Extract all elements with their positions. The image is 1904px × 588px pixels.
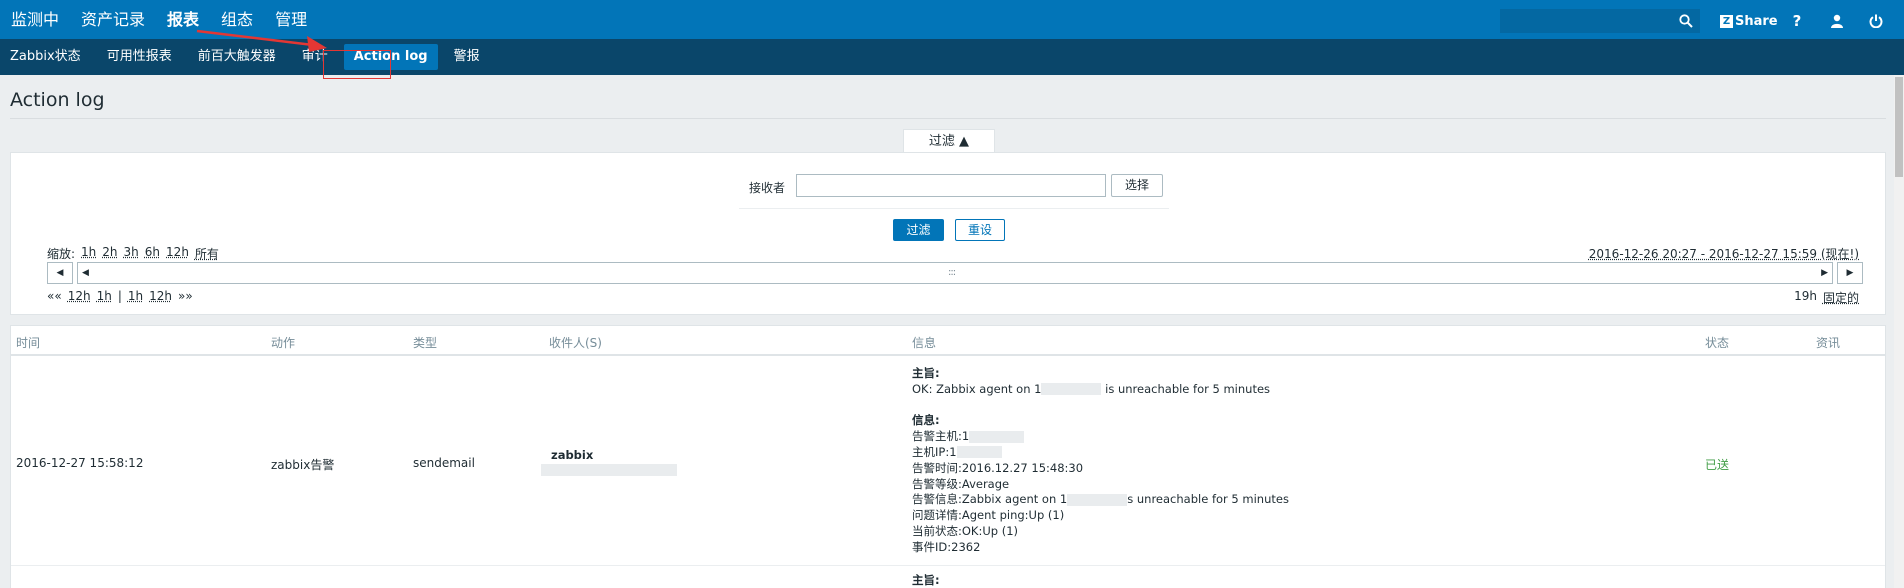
zoom-1h[interactable]: 1h	[81, 245, 96, 262]
recipient-input[interactable]	[796, 174, 1106, 197]
column-header-time[interactable]: 时间	[16, 334, 40, 351]
alert-time-label: 告警时间:	[912, 460, 962, 475]
row-recipient: zabbix	[551, 448, 594, 462]
redacted-recipient-address	[541, 464, 677, 476]
column-header-info: 资讯	[1816, 336, 1841, 350]
top-menu-item-monitoring[interactable]: 监测中	[0, 0, 70, 39]
zoom-3h[interactable]: 3h	[124, 245, 139, 262]
alert-host-label: 告警主机:	[912, 429, 962, 444]
row-status-badge: 已送	[1705, 458, 1730, 472]
host-ip-label: 主机IP:	[912, 444, 950, 459]
column-header-action: 动作	[271, 336, 296, 350]
row-message: 主旨: OK: Zabbix agent on 1 is unreachable…	[912, 366, 1289, 556]
nav-forward-1h[interactable]: 1h	[128, 289, 143, 303]
recipient-label: 接收者	[749, 181, 786, 195]
current-state-label: 当前状态:	[912, 523, 962, 538]
event-id-label: 事件ID:	[912, 539, 952, 554]
timeline-grip[interactable]: :::	[948, 263, 956, 283]
row-divider	[11, 565, 1885, 566]
subject-label: 主旨:	[912, 366, 940, 380]
annotation-arrow-icon	[196, 29, 327, 52]
column-header-type: 类型	[413, 336, 438, 350]
timeline-right-handle[interactable]: ▶	[1821, 263, 1828, 283]
title-divider	[10, 118, 1886, 119]
annotation-highlight-box	[323, 50, 391, 79]
top-menu-item-inventory[interactable]: 资产记录	[70, 0, 156, 39]
logout-icon[interactable]	[1865, 10, 1887, 32]
nav-back-12h[interactable]: 12h	[68, 289, 91, 303]
problem-detail-value: Agent ping:Up (1)	[961, 508, 1065, 523]
search-input[interactable]	[1501, 10, 1671, 32]
message-label: 信息:	[912, 413, 940, 428]
filter-panel: 接收者 选择 过滤 重设 缩放: 1h 2h 3h 6h 12h 所有 2016…	[10, 152, 1886, 315]
column-header-recipient: 收件人(S)	[549, 336, 602, 350]
problem-detail-label: 问题详情:	[912, 508, 962, 523]
reset-filter-button[interactable]: 重设	[955, 219, 1005, 241]
alert-severity-value: Average	[961, 476, 1010, 491]
zoom-label: 缩放:	[47, 247, 76, 261]
subject-text-start: OK: Zabbix agent on 1	[912, 381, 1042, 396]
nav-separator: |	[117, 289, 122, 303]
alert-info-label: 告警信息:	[912, 492, 962, 507]
page-title: Action log	[10, 89, 105, 111]
timeline-track[interactable]: ◀ ::: ▶	[77, 262, 1833, 284]
time-range-text[interactable]: 2016-12-26 20:27 - 2016-12-27 15:59 (现在!…	[1589, 245, 1859, 262]
help-icon[interactable]: ?	[1786, 10, 1808, 32]
row-time: 2016-12-27 15:58:12	[16, 456, 144, 470]
search-icon[interactable]	[1679, 14, 1693, 28]
filter-divider	[739, 208, 1169, 209]
host-ip-value: 1	[949, 444, 957, 459]
redacted-host	[1041, 383, 1102, 396]
zoom-12h[interactable]: 12h	[166, 245, 189, 262]
page-scrollbar-thumb[interactable]	[1895, 77, 1903, 177]
zoom-all[interactable]: 所有	[195, 245, 219, 262]
column-header-status: 状态	[1705, 336, 1730, 350]
zabbix-share-icon: Z	[1720, 14, 1733, 28]
user-profile-icon[interactable]	[1826, 10, 1848, 32]
choose-recipient-button[interactable]: 选择	[1111, 174, 1163, 197]
alert-info-value-start: Zabbix agent on 1	[961, 492, 1068, 507]
global-search	[1500, 9, 1700, 33]
current-state-value: OK:Up (1)	[961, 523, 1019, 538]
zoom-2h[interactable]: 2h	[102, 245, 117, 262]
alert-info-value-end: s unreachable for 5 minutes	[1127, 492, 1289, 507]
table-header: 时间 动作 类型 收件人(S) 信息 状态 资讯	[11, 326, 1885, 356]
redacted-alert-host	[1067, 493, 1128, 506]
scroll-left-button[interactable]: ◀	[47, 262, 73, 284]
share-button[interactable]: Z Share	[1720, 9, 1778, 33]
nav-forward-marker: »»	[177, 289, 193, 303]
redacted-host-ip	[956, 446, 1002, 459]
timeline-left-handle[interactable]: ◀	[82, 263, 89, 283]
nav-back-marker: ««	[47, 289, 62, 303]
zoom-6h[interactable]: 6h	[145, 245, 160, 262]
redacted-host-name	[969, 430, 1025, 443]
filter-tab-toggle[interactable]: 过滤 ▲	[903, 129, 995, 153]
period-info: 19h 固定的	[1788, 289, 1859, 306]
period-value: 19h	[1794, 289, 1817, 303]
nav-forward-12h[interactable]: 12h	[149, 289, 172, 303]
alert-time-value: 2016.12.27 15:48:30	[961, 460, 1084, 475]
period-fixed-toggle[interactable]: 固定的	[1823, 289, 1859, 306]
row-type: sendemail	[413, 456, 475, 470]
sub-menu-item-zabbix-status[interactable]: Zabbix状态	[0, 44, 91, 70]
sub-menu-item-availability-report[interactable]: 可用性报表	[97, 44, 182, 70]
period-navigation: «« 12h 1h | 1h 12h »»	[47, 289, 199, 303]
sub-menu-item-alerts[interactable]: 警报	[444, 44, 490, 70]
action-log-table: 时间 动作 类型 收件人(S) 信息 状态 资讯 2016-12-27 15:5…	[10, 325, 1886, 588]
page-scrollbar[interactable]	[1894, 75, 1904, 588]
zoom-controls: 缩放: 1h 2h 3h 6h 12h 所有	[47, 245, 225, 262]
scroll-right-button[interactable]: ▶	[1837, 262, 1863, 284]
alert-severity-label: 告警等级:	[912, 476, 962, 491]
row-action: zabbix告警	[271, 458, 335, 472]
timeline-scrollbar: ◀ ◀ ::: ▶ ▶	[47, 262, 1863, 284]
next-row-subject-label: 主旨:	[912, 573, 940, 587]
nav-back-1h[interactable]: 1h	[97, 289, 112, 303]
subject-text-end: is unreachable for 5 minutes	[1105, 381, 1271, 396]
share-label: Share	[1735, 13, 1778, 29]
event-id-value: 2362	[951, 539, 981, 554]
apply-filter-button[interactable]: 过滤	[893, 219, 944, 241]
alert-host-value: 1	[961, 429, 970, 444]
column-header-message: 信息	[912, 336, 937, 350]
